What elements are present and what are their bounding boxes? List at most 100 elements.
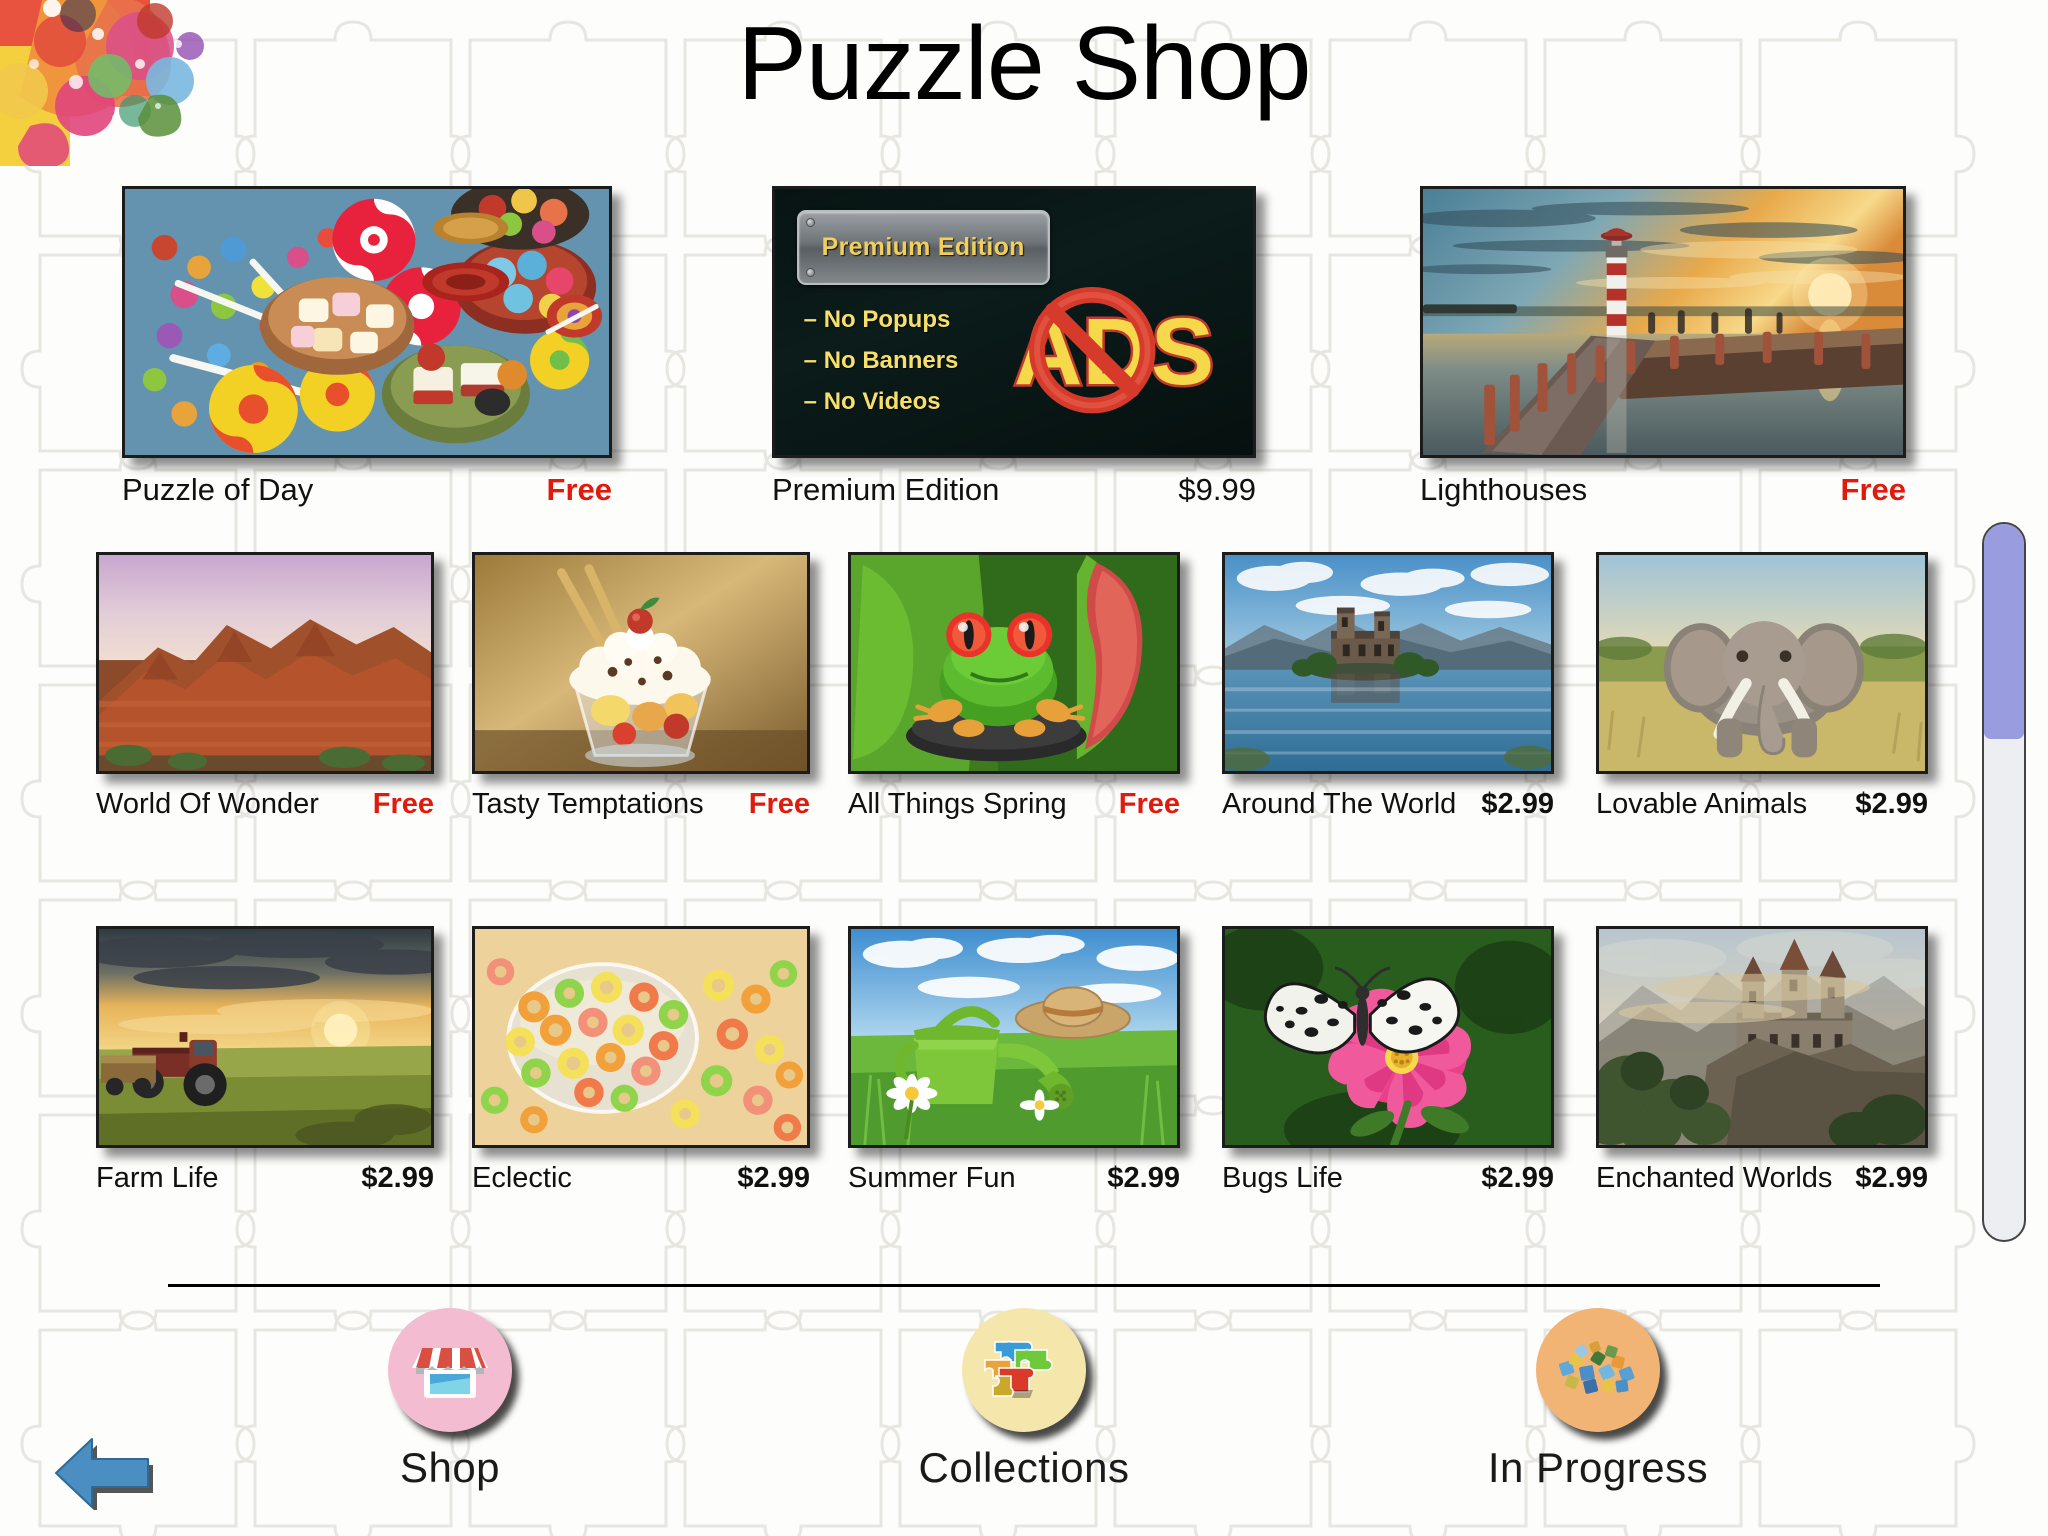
puzzle-thumbnail[interactable] — [96, 552, 434, 774]
premium-feature: – No Popups — [803, 306, 951, 334]
puzzle-tile-lighthouses[interactable]: Lighthouses Free — [1420, 186, 1906, 508]
tile-caption: World Of Wonder Free — [96, 788, 434, 821]
wateringcan-artwork — [851, 929, 1177, 1145]
premium-banner-thumbnail[interactable]: Premium Edition – No Popups – No Banners… — [772, 186, 1256, 458]
puzzle-thumbnail[interactable] — [472, 552, 810, 774]
tile-price: Free — [546, 472, 612, 507]
footer-divider — [168, 1284, 1880, 1287]
tile-title: Around The World — [1222, 788, 1457, 820]
puzzle-pieces-icon[interactable] — [962, 1308, 1086, 1432]
tile-caption: Puzzle of Day Free — [122, 472, 612, 508]
butterfly-artwork — [1225, 929, 1551, 1145]
puzzle-tile-world-of-wonder[interactable]: World Of Wonder Free — [96, 552, 434, 821]
elephant-artwork — [1599, 555, 1925, 771]
cereal-artwork — [475, 929, 807, 1145]
puzzle-thumbnail[interactable] — [1222, 926, 1554, 1148]
tile-caption: Farm Life $2.99 — [96, 1162, 434, 1195]
puzzle-tile-farm-life[interactable]: Farm Life $2.99 — [96, 926, 434, 1195]
tile-caption: All Things Spring Free — [848, 788, 1180, 821]
puzzle-tile-premium-edition[interactable]: Premium Edition – No Popups – No Banners… — [772, 186, 1256, 508]
premium-feature: – No Videos — [803, 388, 941, 416]
tile-caption: Tasty Temptations Free — [472, 788, 810, 821]
tile-title: Bugs Life — [1222, 1162, 1343, 1194]
nav-item-shop[interactable]: Shop — [300, 1308, 600, 1492]
tile-price: $9.99 — [1178, 472, 1256, 507]
tile-price: $2.99 — [361, 1162, 434, 1194]
puzzle-thumbnail[interactable] — [1596, 552, 1928, 774]
tile-title: World Of Wonder — [96, 788, 319, 820]
puzzle-thumbnail[interactable] — [472, 926, 810, 1148]
puzzle-tile-tasty-temptations[interactable]: Tasty Temptations Free — [472, 552, 810, 821]
puzzle-shop-screen: Puzzle Shop Puzzle of Day Free Premium E… — [0, 0, 2048, 1536]
puzzle-thumbnail[interactable] — [848, 926, 1180, 1148]
nav-label-shop: Shop — [399, 1444, 501, 1491]
puzzle-tile-summer-fun[interactable]: Summer Fun $2.99 — [848, 926, 1180, 1195]
tile-title: Tasty Temptations — [472, 788, 704, 820]
tile-title: Lighthouses — [1420, 472, 1588, 507]
tile-caption: Around The World $2.99 — [1222, 788, 1554, 821]
bottom-navigation: Shop Collections In Progress — [300, 1308, 1748, 1523]
tile-title: Lovable Animals — [1596, 788, 1808, 820]
lighthouse-artwork — [1423, 189, 1903, 455]
tile-price: $2.99 — [1481, 1162, 1554, 1194]
puzzle-tile-puzzle-of-day[interactable]: Puzzle of Day Free — [122, 186, 612, 508]
puzzle-thumbnail[interactable] — [1596, 926, 1928, 1148]
screw-icon — [805, 218, 815, 228]
nav-label-in-progress: In Progress — [1487, 1444, 1709, 1491]
puzzle-thumbnail[interactable] — [96, 926, 434, 1148]
frog-artwork — [851, 555, 1177, 771]
puzzle-thumbnail[interactable] — [122, 186, 612, 458]
tile-price: $2.99 — [1855, 1162, 1928, 1194]
premium-banner-art: Premium Edition – No Popups – No Banners… — [775, 189, 1253, 455]
tile-price: $2.99 — [1107, 1162, 1180, 1194]
fantasy-castle-artwork — [1599, 929, 1925, 1145]
no-ads-icon: ADS — [985, 285, 1243, 423]
puzzle-tile-around-the-world[interactable]: Around The World $2.99 — [1222, 552, 1554, 821]
premium-plaque: Premium Edition — [796, 210, 1050, 285]
puzzle-tile-enchanted-worlds[interactable]: Enchanted Worlds $2.99 — [1596, 926, 1928, 1195]
tile-title: All Things Spring — [848, 788, 1067, 820]
tile-title: Summer Fun — [848, 1162, 1016, 1194]
tile-price: Free — [748, 788, 810, 820]
screw-icon — [805, 267, 815, 277]
tile-caption: Lovable Animals $2.99 — [1596, 788, 1928, 821]
tile-price: Free — [1118, 788, 1180, 820]
tile-title: Enchanted Worlds — [1596, 1162, 1833, 1194]
vertical-scrollbar[interactable] — [1982, 522, 2026, 1242]
tile-title: Puzzle of Day — [122, 472, 314, 507]
puzzle-tile-all-things-spring[interactable]: All Things Spring Free — [848, 552, 1180, 821]
tile-price: Free — [372, 788, 434, 820]
tile-price: $2.99 — [1855, 788, 1928, 820]
puzzle-thumbnail[interactable] — [848, 552, 1180, 774]
tile-price: Free — [1840, 472, 1906, 507]
premium-feature: – No Banners — [803, 347, 959, 375]
tractor-artwork — [99, 929, 431, 1145]
castle-lake-artwork — [1225, 555, 1551, 771]
canyon-artwork — [99, 555, 431, 771]
tile-price: $2.99 — [737, 1162, 810, 1194]
tile-caption: Premium Edition $9.99 — [772, 472, 1256, 508]
candy-artwork — [125, 189, 609, 455]
premium-plaque-label: Premium Edition — [821, 233, 1025, 261]
storefront-icon[interactable] — [388, 1308, 512, 1432]
dessert-artwork — [475, 555, 807, 771]
puzzle-grid: Puzzle of Day Free Premium Edition – No … — [0, 0, 2048, 1536]
nav-item-in-progress[interactable]: In Progress — [1448, 1308, 1748, 1492]
tile-caption: Eclectic $2.99 — [472, 1162, 810, 1195]
puzzle-thumbnail[interactable] — [1420, 186, 1906, 458]
tile-caption: Enchanted Worlds $2.99 — [1596, 1162, 1928, 1195]
scrollbar-thumb[interactable] — [1984, 524, 2024, 739]
tile-caption: Bugs Life $2.99 — [1222, 1162, 1554, 1195]
nav-label-collections: Collections — [918, 1444, 1130, 1491]
back-arrow-button[interactable] — [48, 1432, 158, 1510]
puzzle-thumbnail[interactable] — [1222, 552, 1554, 774]
tile-caption: Lighthouses Free — [1420, 472, 1906, 508]
puzzle-tile-bugs-life[interactable]: Bugs Life $2.99 — [1222, 926, 1554, 1195]
tile-caption: Summer Fun $2.99 — [848, 1162, 1180, 1195]
tile-title: Premium Edition — [772, 472, 1000, 507]
scattered-puzzle-icon[interactable] — [1536, 1308, 1660, 1432]
nav-item-collections[interactable]: Collections — [874, 1308, 1174, 1492]
puzzle-tile-eclectic[interactable]: Eclectic $2.99 — [472, 926, 810, 1195]
puzzle-tile-lovable-animals[interactable]: Lovable Animals $2.99 — [1596, 552, 1928, 821]
tile-title: Eclectic — [472, 1162, 572, 1194]
